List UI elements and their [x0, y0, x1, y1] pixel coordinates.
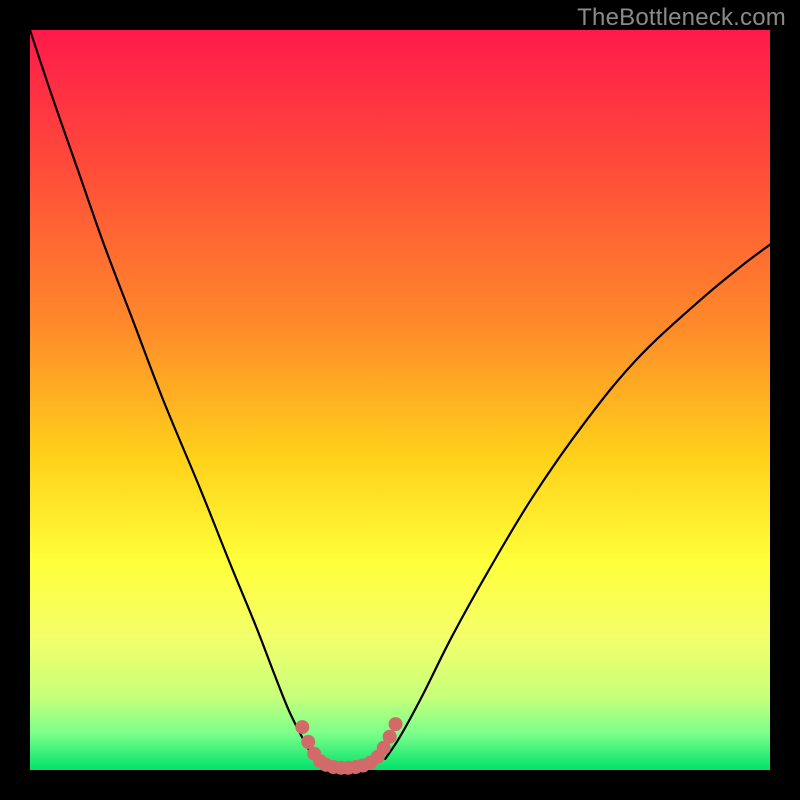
highlight-trough-dot — [295, 720, 309, 734]
highlight-trough-dot — [301, 735, 315, 749]
plot-background — [30, 30, 770, 770]
highlight-trough-dot — [389, 717, 403, 731]
chart-frame: { "watermark": "TheBottleneck.com", "cha… — [0, 0, 800, 800]
bottleneck-chart — [0, 0, 800, 800]
highlight-trough-dot — [383, 730, 397, 744]
